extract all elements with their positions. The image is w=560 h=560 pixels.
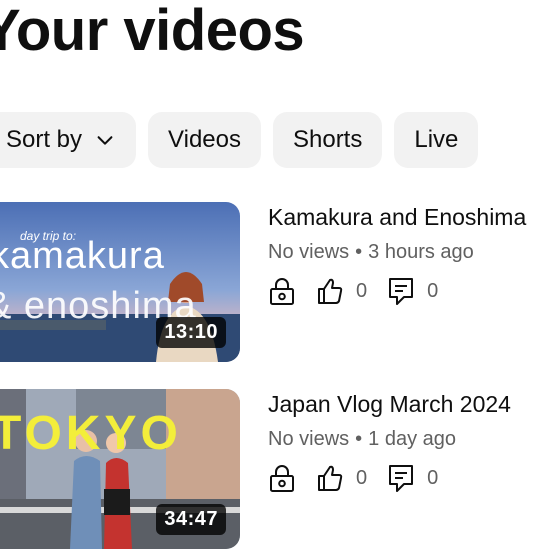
video-actions: 0 0 bbox=[268, 463, 511, 493]
videos-chip-label: Videos bbox=[168, 126, 241, 153]
visibility-button[interactable] bbox=[268, 463, 296, 493]
your-videos-page: Your videos Sort by Videos Shorts Live d… bbox=[0, 0, 560, 560]
upload-age: 3 hours ago bbox=[368, 241, 474, 263]
live-chip-label: Live bbox=[414, 126, 459, 153]
sort-by-label: Sort by bbox=[6, 126, 83, 153]
thumbnail-text-large: kamakura bbox=[0, 235, 165, 277]
separator-dot: • bbox=[355, 428, 363, 450]
separator-dot: • bbox=[355, 241, 363, 263]
sort-by-chip[interactable]: Sort by bbox=[0, 112, 137, 168]
video-thumbnail[interactable]: day trip to: kamakura & enoshima 13:10 bbox=[0, 202, 240, 362]
likes-button[interactable]: 0 bbox=[316, 276, 367, 306]
duration-badge: 13:10 bbox=[156, 317, 226, 348]
video-meta: Japan Vlog March 2024 No views • 1 day ago bbox=[268, 389, 511, 493]
comment-icon bbox=[389, 465, 414, 492]
comment-count: 0 bbox=[427, 279, 439, 302]
live-chip[interactable]: Live bbox=[394, 112, 479, 168]
shorts-chip[interactable]: Shorts bbox=[272, 112, 383, 168]
video-item[interactable]: day trip to: kamakura & enoshima 13:10 K… bbox=[0, 202, 560, 362]
video-item[interactable]: TOKYO 34:47 Japan Vlog March 2024 No vie… bbox=[0, 389, 560, 549]
video-thumbnail[interactable]: TOKYO 34:47 bbox=[0, 389, 240, 549]
lock-icon bbox=[270, 278, 294, 305]
video-subtitle: No views • 1 day ago bbox=[268, 428, 511, 451]
view-count: No views bbox=[268, 241, 350, 263]
like-count: 0 bbox=[356, 279, 368, 302]
visibility-button[interactable] bbox=[268, 276, 296, 306]
likes-button[interactable]: 0 bbox=[316, 463, 367, 493]
upload-age: 1 day ago bbox=[368, 428, 457, 450]
videos-chip[interactable]: Videos bbox=[148, 112, 261, 168]
comments-button[interactable]: 0 bbox=[387, 463, 438, 493]
video-title[interactable]: Japan Vlog March 2024 bbox=[268, 391, 511, 418]
chevron-down-icon bbox=[97, 136, 113, 145]
comment-icon bbox=[389, 278, 414, 305]
view-count: No views bbox=[268, 428, 350, 450]
video-actions: 0 0 bbox=[268, 276, 526, 306]
comment-count: 0 bbox=[427, 466, 439, 489]
like-count: 0 bbox=[356, 466, 368, 489]
video-title[interactable]: Kamakura and Enoshima bbox=[268, 204, 526, 231]
duration-badge: 34:47 bbox=[156, 504, 226, 535]
video-subtitle: No views • 3 hours ago bbox=[268, 241, 526, 264]
thumbnail-text-large: TOKYO bbox=[0, 407, 182, 460]
page-title: Your videos bbox=[0, 0, 305, 63]
thumbs-up-icon bbox=[318, 278, 343, 304]
lock-icon bbox=[270, 465, 294, 492]
video-meta: Kamakura and Enoshima No views • 3 hours a… bbox=[268, 202, 526, 306]
filter-chips: Sort by Videos Shorts Live bbox=[0, 112, 479, 168]
shorts-chip-label: Shorts bbox=[292, 126, 363, 153]
comments-button[interactable]: 0 bbox=[387, 276, 438, 306]
thumbs-up-icon bbox=[318, 465, 343, 491]
